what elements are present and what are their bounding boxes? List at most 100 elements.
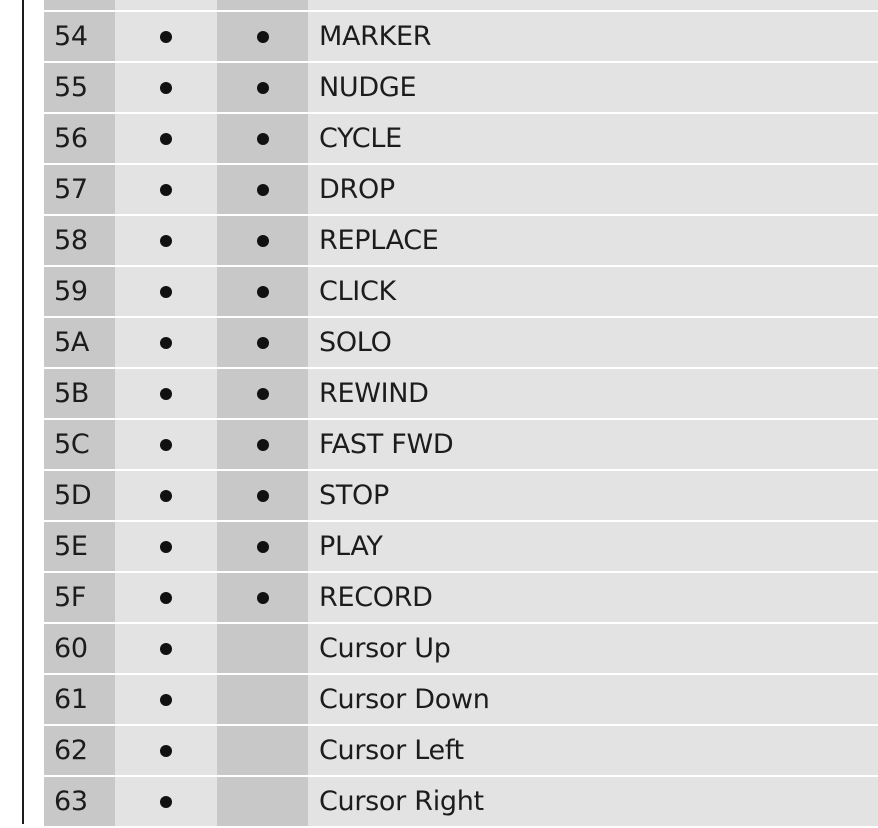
column-b-cell [217, 114, 308, 163]
column-b-cell [217, 420, 308, 469]
column-a-cell [115, 318, 217, 367]
hex-code-cell: 56 [44, 114, 115, 163]
hex-code-cell: 57 [44, 165, 115, 214]
table-row: 59 CLICK [44, 267, 878, 318]
function-name-cell: REWIND [308, 369, 878, 418]
table-row: 61 Cursor Down [44, 675, 878, 726]
table-row: 5F RECORD [44, 573, 878, 624]
bullet-dot-icon [160, 81, 172, 94]
function-name-cell: Cursor Left [308, 726, 878, 775]
hex-code-cell: 5A [44, 318, 115, 367]
column-a-cell [115, 12, 217, 61]
bullet-dot-icon [256, 132, 269, 145]
column-a-cell [115, 267, 217, 316]
column-b-cell [217, 165, 308, 214]
column-b-cell [217, 63, 308, 112]
bullet-dot-icon [256, 183, 269, 196]
hex-code-cell: 5D [44, 471, 115, 520]
hex-code-cell: 55 [44, 63, 115, 112]
table-row: 56 CYCLE [44, 114, 878, 165]
column-b-cell [217, 726, 308, 775]
column-a-cell [115, 726, 217, 775]
bullet-dot-icon [160, 438, 172, 451]
hex-code-cell: 54 [44, 12, 115, 61]
hex-code-cell: 5C [44, 420, 115, 469]
column-a-cell [115, 471, 217, 520]
function-name-cell: FAST FWD [308, 420, 878, 469]
function-name-cell: MARKER [308, 12, 878, 61]
bullet-dot-icon [160, 285, 172, 298]
column-b-cell [217, 522, 308, 571]
column-b-cell [217, 777, 308, 826]
column-b-cell [217, 318, 308, 367]
table-row: 63 Cursor Right [44, 777, 878, 828]
function-name-cell: RECORD [308, 573, 878, 622]
bullet-dot-icon [160, 795, 172, 808]
bullet-dot-icon [256, 489, 269, 502]
table-row: 5B REWIND [44, 369, 878, 420]
table-row-partial [44, 0, 878, 12]
hex-code-cell: 60 [44, 624, 115, 673]
column-b-cell [217, 573, 308, 622]
table-row: 60 Cursor Up [44, 624, 878, 675]
bullet-dot-icon [256, 285, 269, 298]
hex-code-cell: 5E [44, 522, 115, 571]
function-name-cell: Cursor Right [308, 777, 878, 826]
bullet-dot-icon [256, 540, 269, 553]
bullet-dot-icon [160, 642, 172, 655]
column-a-cell [115, 624, 217, 673]
column-a-cell [115, 114, 217, 163]
function-name-cell: PLAY [308, 522, 878, 571]
column-b-cell [217, 267, 308, 316]
table-row: 5E PLAY [44, 522, 878, 573]
bullet-dot-icon [256, 591, 269, 604]
page-left-rule [22, 0, 24, 824]
column-a-cell [115, 522, 217, 571]
bullet-dot-icon [160, 30, 172, 43]
bullet-dot-icon [256, 234, 269, 247]
table-row: 58 REPLACE [44, 216, 878, 267]
function-name-cell: DROP [308, 165, 878, 214]
table-row: 55 NUDGE [44, 63, 878, 114]
function-name-cell: Cursor Down [308, 675, 878, 724]
column-a-cell [115, 420, 217, 469]
function-name-cell: CYCLE [308, 114, 878, 163]
bullet-dot-icon [160, 591, 172, 604]
bullet-dot-icon [256, 336, 269, 349]
bullet-dot-icon [256, 438, 269, 451]
bullet-dot-icon [160, 234, 172, 247]
hex-code-cell: 5F [44, 573, 115, 622]
bullet-dot-icon [160, 336, 172, 349]
column-a-cell [115, 777, 217, 826]
bullet-dot-icon [160, 183, 172, 196]
hex-code-cell: 58 [44, 216, 115, 265]
function-name-cell: CLICK [308, 267, 878, 316]
column-a-cell [115, 369, 217, 418]
hex-code-cell: 63 [44, 777, 115, 826]
bullet-dot-icon [160, 693, 172, 706]
hex-code-cell: 5B [44, 369, 115, 418]
column-a-cell [115, 573, 217, 622]
column-b-cell [217, 216, 308, 265]
bullet-dot-icon [256, 81, 269, 94]
bullet-dot-icon [160, 540, 172, 553]
function-name-cell: NUDGE [308, 63, 878, 112]
function-name-cell: STOP [308, 471, 878, 520]
table-row: 57 DROP [44, 165, 878, 216]
table-row: 5D STOP [44, 471, 878, 522]
column-a-cell [115, 165, 217, 214]
table-row: 5A SOLO [44, 318, 878, 369]
bullet-dot-icon [160, 132, 172, 145]
column-b-cell [217, 471, 308, 520]
hex-code-cell: 61 [44, 675, 115, 724]
command-table: 54 MARKER 55 NUDGE 56 CYCLE 57 DROP 58 R… [44, 0, 878, 828]
column-b-cell [217, 369, 308, 418]
column-a-cell [115, 216, 217, 265]
column-b-cell [217, 12, 308, 61]
bullet-dot-icon [160, 744, 172, 757]
bullet-dot-icon [256, 30, 269, 43]
column-b-cell [217, 675, 308, 724]
hex-code-cell: 62 [44, 726, 115, 775]
bullet-dot-icon [160, 489, 172, 502]
column-a-cell [115, 63, 217, 112]
